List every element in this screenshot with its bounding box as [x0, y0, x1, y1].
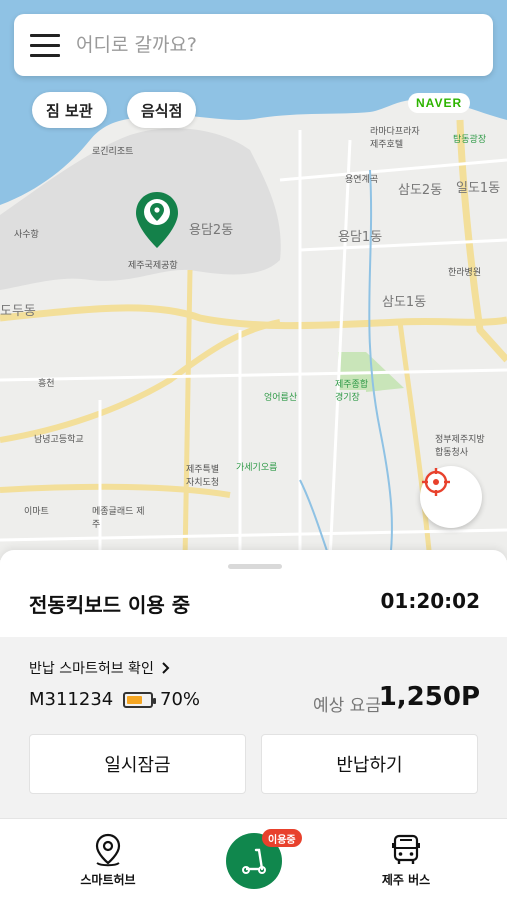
map-label-jeju-hall: 제주특별 자치도청 — [186, 465, 220, 488]
chip-luggage[interactable]: 짐 보관 — [32, 92, 107, 128]
return-smarthub-label: 반납 스마트허브 확인 — [29, 661, 154, 677]
device-id: M311234 — [29, 689, 114, 710]
search-bar — [14, 14, 493, 76]
map-label-imagine: 용연계곡 — [345, 175, 379, 185]
map-label-dodu: 도두동 — [0, 304, 36, 319]
map-label-airport: 제주국제공항 — [128, 261, 178, 271]
fare-value: 1,250P — [378, 682, 480, 712]
return-smarthub-link[interactable]: 반납 스마트허브 확인 — [29, 658, 171, 678]
battery-level-fill — [127, 696, 143, 704]
tab-jeju-bus-label: 제주 버스 — [381, 873, 431, 887]
lock-button[interactable]: 일시잠금 — [29, 734, 246, 794]
hamburger-menu-icon[interactable] — [14, 14, 76, 76]
battery-icon — [123, 692, 156, 708]
map-label-stadium: 제주종합 경기장 — [335, 380, 369, 403]
map-label-emart: 이마트 — [24, 507, 49, 517]
map-label-maison: 메종글래드 제주 — [92, 507, 145, 530]
map-label-ildo1: 일도1동 — [456, 181, 501, 196]
map-label-tapdong: 탑동광장 — [453, 135, 487, 145]
ride-title: 전동킥보드 이용 중 — [29, 593, 191, 617]
tab-smarthub-label: 스마트허브 — [80, 873, 136, 887]
bottom-tab-bar: 스마트허브 이용중 제주 버스 — [0, 818, 507, 900]
in-use-badge: 이용중 — [262, 829, 302, 847]
return-button[interactable]: 반납하기 — [261, 734, 478, 794]
kickboard-icon — [242, 848, 266, 874]
map-label-hotel: 라마다프라자 제주호텔 — [370, 127, 420, 150]
location-pin-icon — [95, 833, 121, 867]
map-label-eoseungsaeng: 엉어름산 — [264, 393, 298, 403]
map-label-samdo1: 삼도1동 — [382, 295, 427, 310]
sheet-handle[interactable] — [228, 564, 282, 569]
battery-percent: 70% — [160, 689, 201, 710]
map-label-rogiriz: 로긴리조트 — [92, 147, 134, 157]
ride-status-sheet: 전동킥보드 이용 중 01:20:02 반납 스마트허브 확인 M311234 … — [0, 550, 507, 818]
chip-restaurant[interactable]: 음식점 — [127, 92, 197, 128]
map-pin-icon[interactable] — [134, 190, 180, 250]
map-label-hoecheon: 흥천 — [38, 379, 55, 389]
chevron-right-icon — [162, 662, 170, 674]
fare-label: 예상 요금 — [313, 696, 381, 716]
map-label-halla: 한라병원 — [448, 268, 482, 278]
locate-button[interactable] — [420, 466, 482, 528]
search-input[interactable] — [76, 25, 493, 65]
map-label-government: 정부제주지방 합동청사 — [435, 435, 485, 458]
map-label-gasegi: 가세기오름 — [236, 463, 278, 473]
map-label-sasu: 사수항 — [14, 230, 39, 240]
bus-icon — [392, 834, 420, 864]
map-label-nanyeong: 남녕고등학교 — [34, 435, 84, 445]
tab-smarthub[interactable]: 스마트허브 — [74, 833, 142, 893]
map[interactable]: 용담2동 용담1동 삼도2동 일도1동 삼도1동 도두동 제주국제공항 사수항 … — [0, 0, 507, 560]
map-label-samdo2: 삼도2동 — [398, 183, 443, 198]
map-label-yongdam2: 용담2동 — [189, 223, 234, 238]
tab-jeju-bus[interactable]: 제주 버스 — [370, 833, 442, 893]
ride-info-box: 반납 스마트허브 확인 M311234 70% 예상 요금 1,250P 일시잠… — [0, 637, 507, 818]
ride-timer: 01:20:02 — [380, 589, 481, 613]
crosshair-icon — [422, 468, 450, 496]
map-label-yongdam1: 용담1동 — [338, 230, 383, 245]
naver-logo: NAVER — [408, 93, 471, 113]
